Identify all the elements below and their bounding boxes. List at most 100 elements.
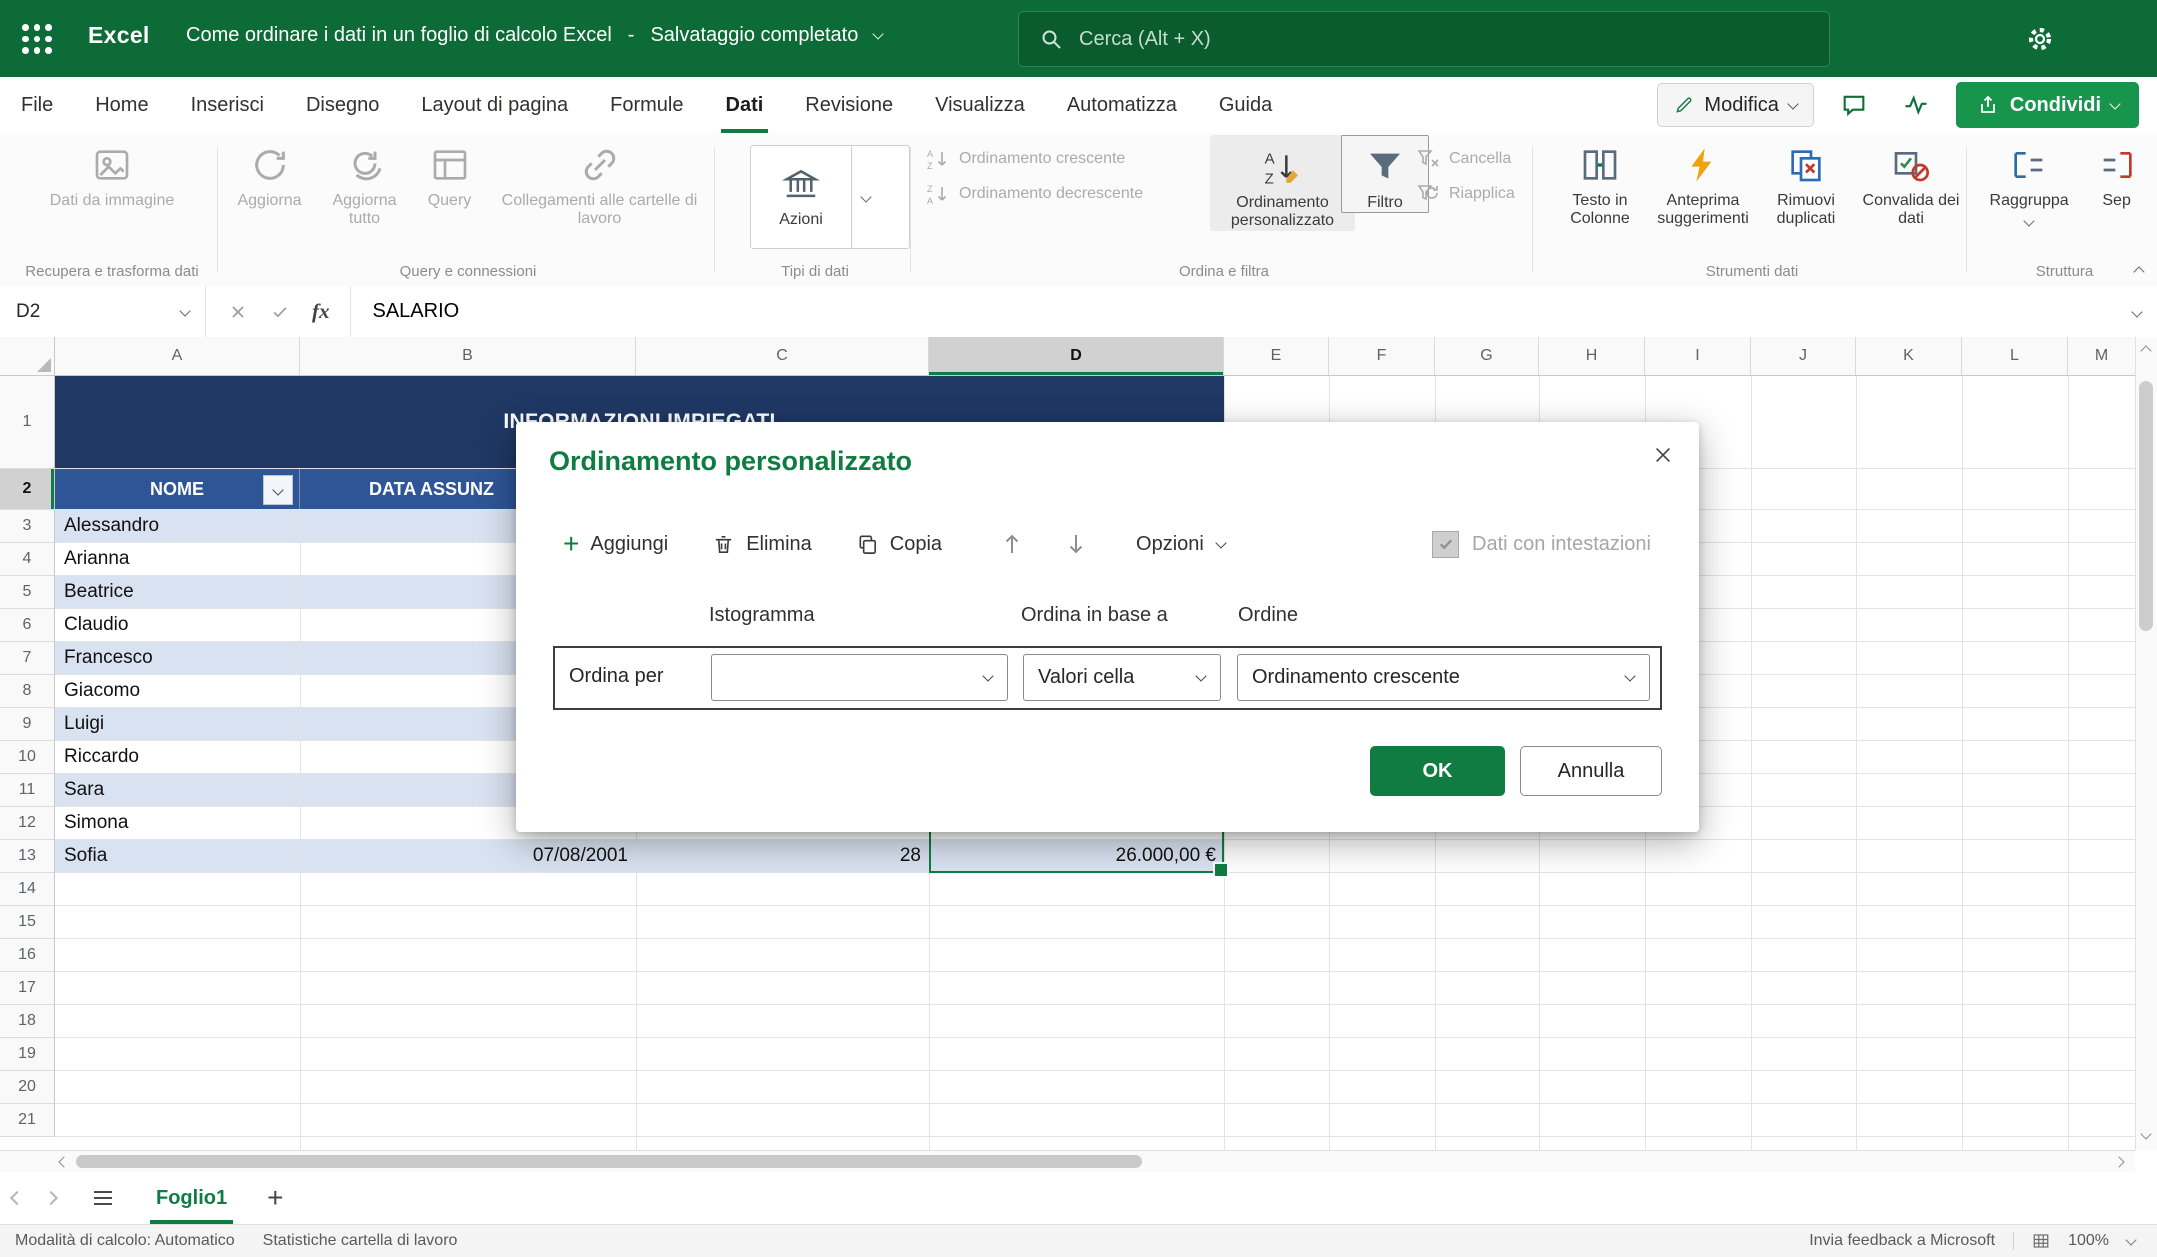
row-header-1[interactable]: 1: [0, 376, 55, 469]
data-validation-button[interactable]: Convalida dei dati: [1856, 133, 1966, 229]
document-title[interactable]: Come ordinare i dati in un foglio di cal…: [186, 24, 882, 47]
sort-on-dropdown[interactable]: Valori cella: [1023, 654, 1221, 701]
column-header-m[interactable]: M: [2068, 337, 2135, 375]
add-sheet-button[interactable]: +: [267, 1184, 283, 1212]
query-button[interactable]: Query: [412, 133, 487, 229]
column-header-j[interactable]: J: [1751, 337, 1856, 375]
row-header-13[interactable]: 13: [0, 840, 55, 873]
column-header-i[interactable]: I: [1645, 337, 1751, 375]
group-button[interactable]: Raggruppa: [1982, 133, 2076, 225]
horizontal-scrollbar[interactable]: [0, 1150, 2135, 1172]
row-header-7[interactable]: 7: [0, 642, 55, 675]
zoom-level[interactable]: 100%: [2068, 1232, 2109, 1250]
row-header-17[interactable]: 17: [0, 972, 55, 1005]
row-header-14[interactable]: 14: [0, 873, 55, 906]
scroll-down-icon[interactable]: [2140, 1128, 2151, 1139]
tab-revisione[interactable]: Revisione: [784, 77, 914, 133]
row-header-20[interactable]: 20: [0, 1071, 55, 1104]
cell-salario[interactable]: 26.000,00 €: [929, 840, 1216, 872]
data-from-picture-button[interactable]: Dati da immagine: [32, 133, 192, 210]
row-header-10[interactable]: 10: [0, 741, 55, 774]
next-sheet-icon[interactable]: [34, 1193, 68, 1203]
azioni-dropdown[interactable]: [851, 146, 880, 248]
row-header-16[interactable]: 16: [0, 939, 55, 972]
row-header-4[interactable]: 4: [0, 543, 55, 576]
sort-rule-row[interactable]: Ordina per Valori cella Ordinamento cres…: [553, 646, 1662, 710]
tab-home[interactable]: Home: [74, 77, 169, 133]
refresh-button[interactable]: Aggiorna: [222, 133, 317, 229]
sheet-view-icon[interactable]: [2032, 1232, 2050, 1250]
sheet-tab-foglio1[interactable]: Foglio1: [150, 1172, 233, 1224]
formula-input[interactable]: SALARIO: [373, 300, 460, 323]
row-header-18[interactable]: 18: [0, 1005, 55, 1038]
ok-button[interactable]: OK: [1370, 746, 1505, 796]
horizontal-scroll-thumb[interactable]: [76, 1155, 1142, 1168]
app-launcher-icon[interactable]: [22, 24, 52, 54]
workbook-links-button[interactable]: Collegamenti alle cartelle di lavoro: [487, 133, 712, 229]
zoom-chevron-icon[interactable]: [2125, 1234, 2136, 1245]
all-sheets-menu-icon[interactable]: [94, 1191, 112, 1205]
tab-dati[interactable]: Dati: [705, 77, 785, 133]
row-header-15[interactable]: 15: [0, 906, 55, 939]
cell-eta[interactable]: 28: [636, 840, 921, 872]
expand-formula-bar-icon[interactable]: [2131, 306, 2142, 317]
row-header-21[interactable]: 21: [0, 1104, 55, 1137]
column-header-e[interactable]: E: [1224, 337, 1329, 375]
column-header-d[interactable]: D: [929, 337, 1224, 375]
move-up-button[interactable]: [1000, 531, 1024, 557]
row-header-12[interactable]: 12: [0, 807, 55, 840]
row-header-11[interactable]: 11: [0, 774, 55, 807]
tab-formule[interactable]: Formule: [589, 77, 704, 133]
tab-disegno[interactable]: Disegno: [285, 77, 400, 133]
tab-automatizza[interactable]: Automatizza: [1046, 77, 1198, 133]
scroll-up-icon[interactable]: [2140, 345, 2151, 356]
column-dropdown[interactable]: [711, 654, 1008, 701]
cell-data-assunzione[interactable]: 07/08/2001: [300, 840, 628, 872]
tab-file[interactable]: File: [0, 77, 74, 133]
headers-checkbox[interactable]: Dati con intestazioni: [1432, 531, 1651, 558]
search-input[interactable]: [1077, 27, 1809, 52]
name-box[interactable]: D2: [0, 286, 206, 337]
delete-level-button[interactable]: Elimina: [712, 533, 812, 556]
copy-level-button[interactable]: Copia: [856, 533, 942, 556]
edit-mode-button[interactable]: Modifica: [1657, 83, 1813, 127]
activity-button[interactable]: [1894, 84, 1938, 126]
sort-ascending-button[interactable]: AZ Ordinamento crescente: [926, 141, 1143, 176]
ungroup-button[interactable]: Sep: [2076, 133, 2157, 225]
add-level-button[interactable]: + Aggiungi: [563, 530, 668, 558]
select-all-corner[interactable]: [0, 337, 55, 375]
row-header-2[interactable]: 2: [0, 469, 55, 510]
row-header-9[interactable]: 9: [0, 708, 55, 741]
cancel-button[interactable]: Annulla: [1520, 746, 1662, 796]
row-header-8[interactable]: 8: [0, 675, 55, 708]
row-header-19[interactable]: 19: [0, 1038, 55, 1071]
custom-sort-button[interactable]: AZ Ordinamento personalizzato: [1210, 135, 1355, 231]
tab-layout-di-pagina[interactable]: Layout di pagina: [400, 77, 589, 133]
column-header-g[interactable]: G: [1435, 337, 1539, 375]
scroll-left-icon[interactable]: [58, 1156, 69, 1167]
column-header-c[interactable]: C: [636, 337, 929, 375]
close-dialog-button[interactable]: [1645, 438, 1681, 474]
options-button[interactable]: Opzioni: [1136, 533, 1225, 556]
header-cell-nome[interactable]: NOME: [55, 469, 300, 509]
feedback-link[interactable]: Invia feedback a Microsoft: [1809, 1232, 1995, 1250]
azioni-button[interactable]: Azioni: [751, 146, 851, 248]
refresh-all-button[interactable]: Aggiorna tutto: [317, 133, 412, 229]
tab-inserisci[interactable]: Inserisci: [170, 77, 285, 133]
workbook-stats-button[interactable]: Statistiche cartella di lavoro: [263, 1232, 458, 1250]
insert-function-icon[interactable]: fx: [312, 299, 330, 324]
cancel-entry-icon[interactable]: [228, 302, 248, 322]
vertical-scroll-thumb[interactable]: [2139, 381, 2153, 631]
share-button[interactable]: Condividi: [1956, 82, 2139, 128]
column-header-h[interactable]: H: [1539, 337, 1645, 375]
comments-button[interactable]: [1832, 84, 1876, 126]
sort-descending-button[interactable]: ZA Ordinamento decrescente: [926, 176, 1143, 211]
tab-visualizza[interactable]: Visualizza: [914, 77, 1046, 133]
vertical-scrollbar[interactable]: [2135, 337, 2157, 1150]
tab-guida[interactable]: Guida: [1198, 77, 1293, 133]
azioni-gallery[interactable]: Azioni: [750, 145, 910, 249]
search-box[interactable]: [1018, 11, 1830, 67]
column-header-a[interactable]: A: [55, 337, 300, 375]
column-header-b[interactable]: B: [300, 337, 636, 375]
column-header-f[interactable]: F: [1329, 337, 1435, 375]
